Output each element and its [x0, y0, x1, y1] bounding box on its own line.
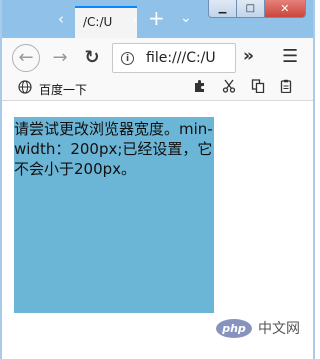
- watermark: php 中文网: [216, 318, 300, 338]
- window-border-right: [313, 0, 315, 359]
- minimize-button[interactable]: ▁: [209, 0, 237, 17]
- php-logo: php: [216, 318, 252, 338]
- forward-button[interactable]: →: [46, 44, 74, 72]
- clipboard-icon[interactable]: [279, 79, 293, 97]
- reload-button[interactable]: ↻: [78, 44, 106, 72]
- info-icon[interactable]: i: [121, 51, 134, 65]
- hamburger-menu-button[interactable]: ☰: [282, 46, 298, 67]
- back-button[interactable]: ←: [12, 44, 40, 72]
- url-text[interactable]: file:///C:/U: [146, 50, 216, 66]
- bookmark-baidu[interactable]: 百度一下: [39, 81, 87, 98]
- puzzle-icon[interactable]: [193, 79, 207, 97]
- copy-icon[interactable]: [251, 79, 265, 97]
- tab-scroll-left-button[interactable]: ‹: [52, 10, 70, 28]
- overflow-menu-button[interactable]: »: [243, 46, 254, 66]
- tab-list-button[interactable]: ⌄: [180, 10, 192, 26]
- tab-scroll-right-button[interactable]: ›: [126, 10, 144, 28]
- url-bar[interactable]: i file:///C:/U: [112, 43, 236, 73]
- maximize-button[interactable]: □: [236, 0, 265, 17]
- window-border-left: [0, 0, 2, 359]
- new-tab-button[interactable]: +: [148, 8, 165, 28]
- watermark-text: 中文网: [258, 321, 300, 337]
- scissors-icon[interactable]: [222, 79, 236, 97]
- close-button[interactable]: ✕: [264, 0, 305, 17]
- demo-text: 请尝试更改浏览器宽度。min-width：200px;已经设置，它不会小于200…: [14, 120, 213, 178]
- globe-icon: [18, 80, 32, 98]
- window-controls: ▁ □ ✕: [208, 0, 306, 18]
- min-width-demo-box: 请尝试更改浏览器宽度。min-width：200px;已经设置，它不会小于200…: [14, 117, 214, 313]
